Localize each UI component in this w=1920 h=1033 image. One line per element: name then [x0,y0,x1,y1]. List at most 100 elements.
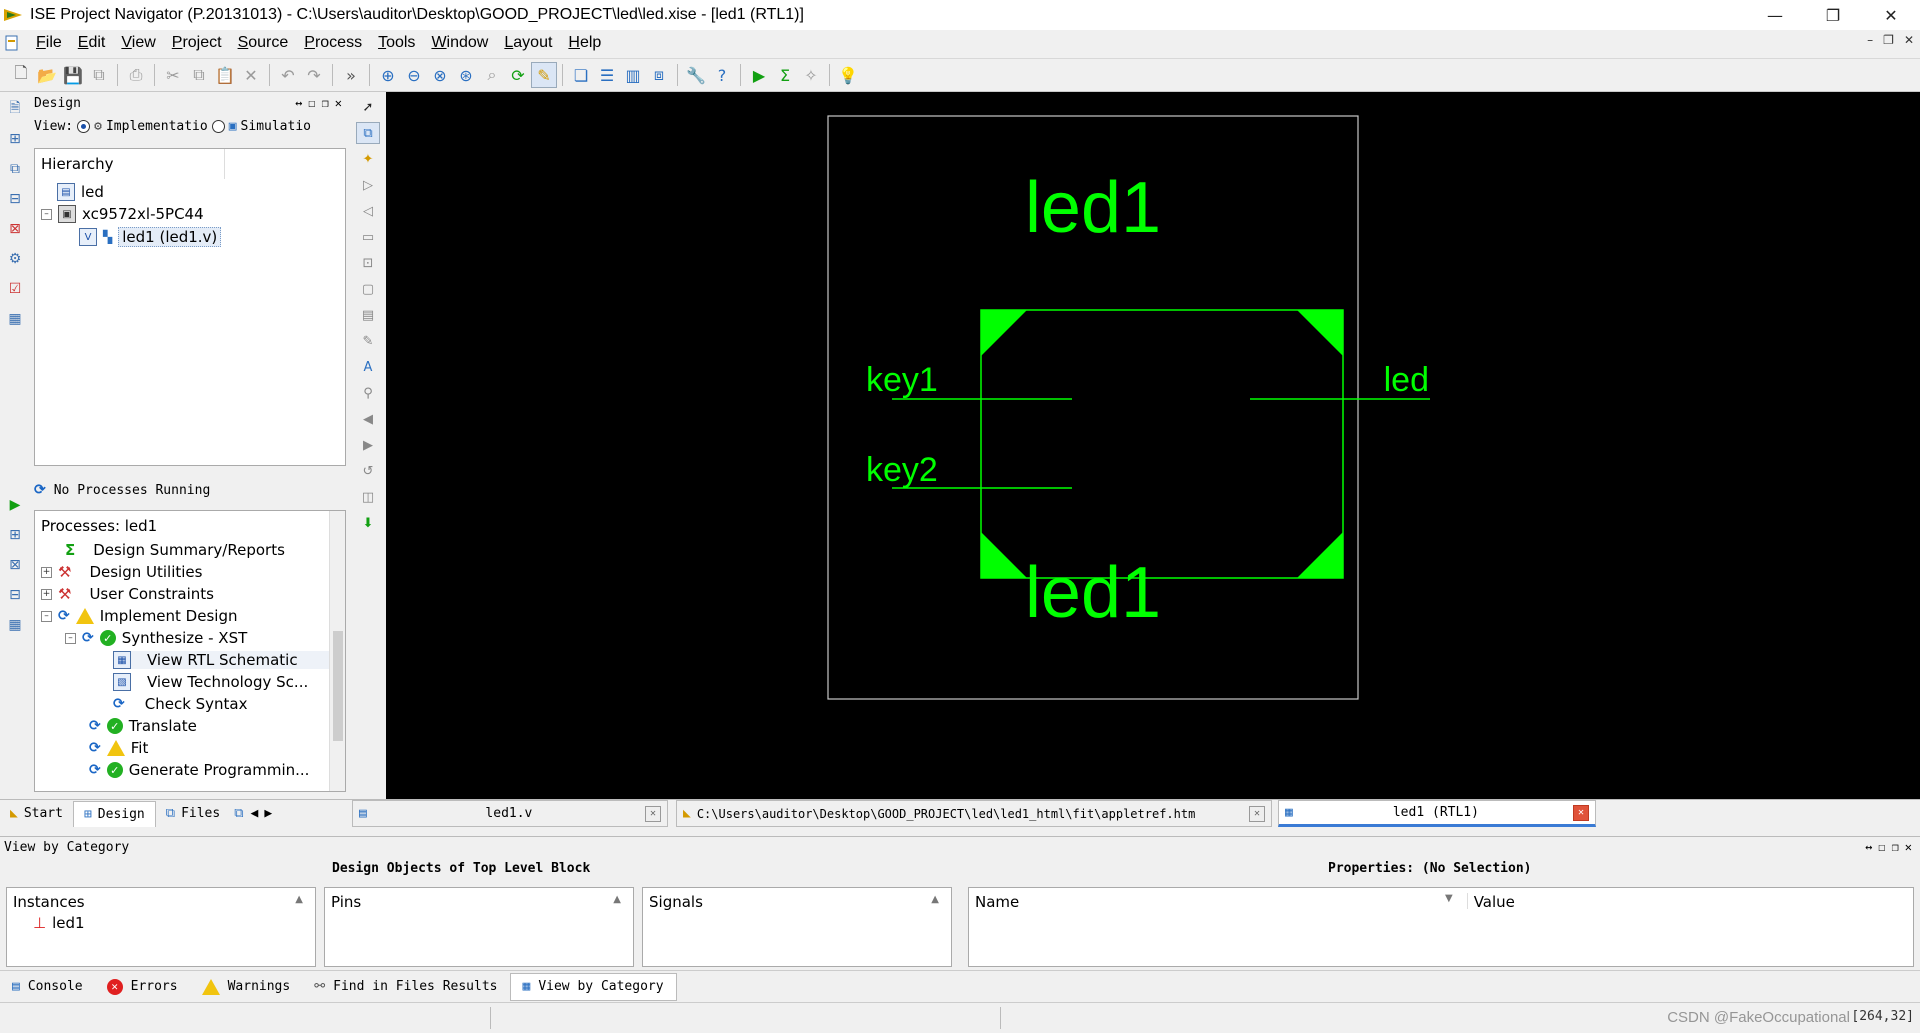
help-whatsthis-icon[interactable]: ? [709,62,735,88]
menu-layout[interactable]: Layout [496,34,560,52]
signals-header[interactable]: Signals [649,893,703,911]
process-implement-design[interactable]: – ⟳ Implement Design [41,607,237,625]
process-table-icon[interactable]: ▦ [4,614,26,636]
zoom-in-icon[interactable]: ⊕ [375,62,401,88]
implementation-radio[interactable] [77,119,91,133]
pins-header[interactable]: Pins [331,893,361,911]
save-icon[interactable]: 💾 [60,62,86,88]
paste-icon[interactable]: 📋 [212,62,238,88]
menu-project[interactable]: Project [164,34,230,52]
undo-icon[interactable]: ↶ [275,62,301,88]
tab-scroll-left-icon[interactable]: ◀ [248,806,262,821]
menu-view[interactable]: View [113,34,163,52]
close-window-button[interactable]: ✕ [1862,0,1920,30]
add-source-icon[interactable]: ⊞ [4,128,26,150]
toggle-windows-icon[interactable]: ⧈ [646,62,672,88]
menu-edit[interactable]: Edit [70,34,114,52]
restore-button[interactable]: ❐ [1804,0,1862,30]
panel-restore-icon[interactable]: ❐ [322,96,329,110]
signals-list[interactable]: Signals ▲ [642,887,952,967]
tab-find-in-files[interactable]: ⚯ Find in Files Results [302,973,509,1001]
forward-icon[interactable]: ▶ [356,434,380,456]
hierarchy-icon[interactable]: ⊟ [4,188,26,210]
process-tree2-icon[interactable]: ⊠ [4,554,26,576]
zoom-area-icon[interactable]: ⌕ [479,62,505,88]
led1-block-symbol[interactable] [980,309,1344,579]
tab-design[interactable]: ⊞ Design [72,800,156,827]
process-user-constraints[interactable]: + ⚒ User Constraints [41,585,214,603]
new-source-icon[interactable]: 🗎 [4,98,26,120]
pins-list[interactable]: Pins ▲ [324,887,634,967]
select-arrow-icon[interactable]: ➚ [356,96,380,118]
pop-up-icon[interactable]: ◁ [356,200,380,222]
menu-source[interactable]: Source [230,34,297,52]
copy-icon[interactable]: ⧉ [186,62,212,88]
sort-ascending-icon[interactable]: ▲ [613,894,621,905]
push-down-icon[interactable]: ▷ [356,174,380,196]
mdi-close-icon[interactable]: ✕ [1904,33,1914,47]
editor-tab-rtl1[interactable]: ▦ led1 (RTL1) ✕ [1278,800,1596,827]
instances-list[interactable]: Instances ▲ ⊥ led1 [6,887,316,967]
collapse-icon[interactable]: – [65,632,76,644]
tile-vertical-icon[interactable]: ▥ [620,62,646,88]
menu-window[interactable]: Window [423,34,496,52]
split-view-icon[interactable]: ◫ [356,486,380,508]
open-folder-icon[interactable]: 📂 [34,62,60,88]
list-item[interactable]: ⊥ led1 [7,914,315,932]
process-tree3-icon[interactable]: ⊟ [4,584,26,606]
zoom-full-icon[interactable]: ⊗ [427,62,453,88]
tab-files[interactable]: ⧉ Files [156,801,230,827]
run-process-icon[interactable]: ▶ [746,62,772,88]
tree-item-device[interactable]: – ▣ xc9572xl-5PC44 [41,205,204,223]
process-check-syntax[interactable]: ⟳ Check Syntax [113,695,248,713]
stop-process-icon[interactable]: ✧ [798,62,824,88]
symbol-icon[interactable]: ▭ [356,226,380,248]
expand-icon[interactable]: + [41,566,52,578]
rename-icon[interactable]: ✎ [356,330,380,352]
collapse-icon[interactable]: – [41,610,52,622]
process-tree-icon[interactable]: ⊞ [4,524,26,546]
scrollbar-thumb[interactable] [333,631,343,741]
sort-ascending-icon[interactable]: ▲ [295,894,303,905]
history-icon[interactable]: ↺ [356,460,380,482]
simulation-label[interactable]: Simulatio [241,119,311,134]
highlight-icon[interactable]: ✦ [356,148,380,170]
process-fit[interactable]: ⟳ Fit [89,739,148,757]
value-column-header[interactable]: Value [1466,893,1515,911]
cut-icon[interactable]: ✂ [160,62,186,88]
process-generate-programming[interactable]: ⟳ ✓ Generate Programmin... [89,761,309,779]
add-copy-source-icon[interactable]: ⧉ [4,158,26,180]
editor-tab-led1-v[interactable]: ▤ led1.v ✕ [352,800,668,827]
mdi-restore-icon[interactable]: ❐ [1883,33,1894,47]
back-icon[interactable]: ◀ [356,408,380,430]
toolbar-overflow-icon[interactable]: » [338,62,364,88]
tab-scroll-right-icon[interactable]: ▶ [261,806,275,821]
panel-float-icon[interactable]: ↔ [295,96,302,110]
tab-console[interactable]: ▤ Console [0,973,95,1001]
menu-file[interactable]: File [28,34,70,52]
instances-header[interactable]: Instances [13,893,85,911]
mdi-minimize-icon[interactable]: – [1867,33,1873,47]
expand-icon[interactable]: + [41,588,52,600]
instance-icon[interactable]: ⊡ [356,252,380,274]
panel-restore-icon[interactable]: ❐ [1892,840,1899,854]
tile-horizontal-icon[interactable]: ☰ [594,62,620,88]
minimize-button[interactable]: — [1746,0,1804,30]
tree-item-project[interactable]: ▤ led [57,183,104,201]
editor-tab-appletref[interactable]: ◣ C:\Users\auditor\Desktop\GOOD_PROJECT\… [676,800,1272,827]
text-icon[interactable]: A [356,356,380,378]
process-design-utilities[interactable]: + ⚒ Design Utilities [41,563,202,581]
zoom-selection-icon[interactable]: ⊛ [453,62,479,88]
redo-icon[interactable]: ↷ [301,62,327,88]
print-icon[interactable]: ⎙ [123,62,149,88]
refresh-view-icon[interactable]: ⟳ [505,62,531,88]
pin-icon[interactable]: ⚲ [356,382,380,404]
port-icon[interactable]: ▢ [356,278,380,300]
process-design-summary[interactable]: Σ Design Summary/Reports [65,541,285,559]
process-view-technology-schematic[interactable]: ▧ View Technology Sc... [113,673,308,691]
remove-source-icon[interactable]: ⊠ [4,218,26,240]
summary-sigma-icon[interactable]: Σ [772,62,798,88]
schematic-canvas[interactable]: led1 led1 key1 key2 led [386,92,1920,799]
table-icon[interactable]: ▦ [4,308,26,330]
close-tab-icon[interactable]: ✕ [1249,805,1265,822]
